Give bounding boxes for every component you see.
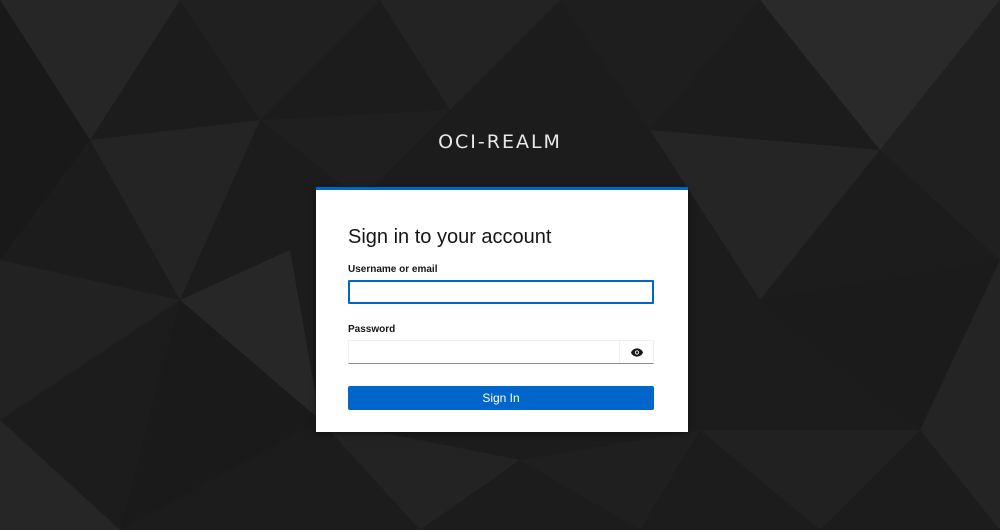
show-password-button[interactable] [619, 341, 653, 363]
username-input[interactable] [348, 280, 654, 304]
username-label: Username or email [348, 264, 438, 275]
login-heading: Sign in to your account [348, 226, 552, 248]
password-label: Password [348, 324, 396, 335]
sign-in-button[interactable]: Sign In [348, 386, 654, 410]
eye-icon [630, 345, 643, 360]
realm-title: OCI-REALM [438, 131, 562, 153]
login-card: Sign in to your account Username or emai… [316, 187, 688, 432]
password-field-group [348, 340, 654, 364]
password-input[interactable] [349, 341, 619, 363]
